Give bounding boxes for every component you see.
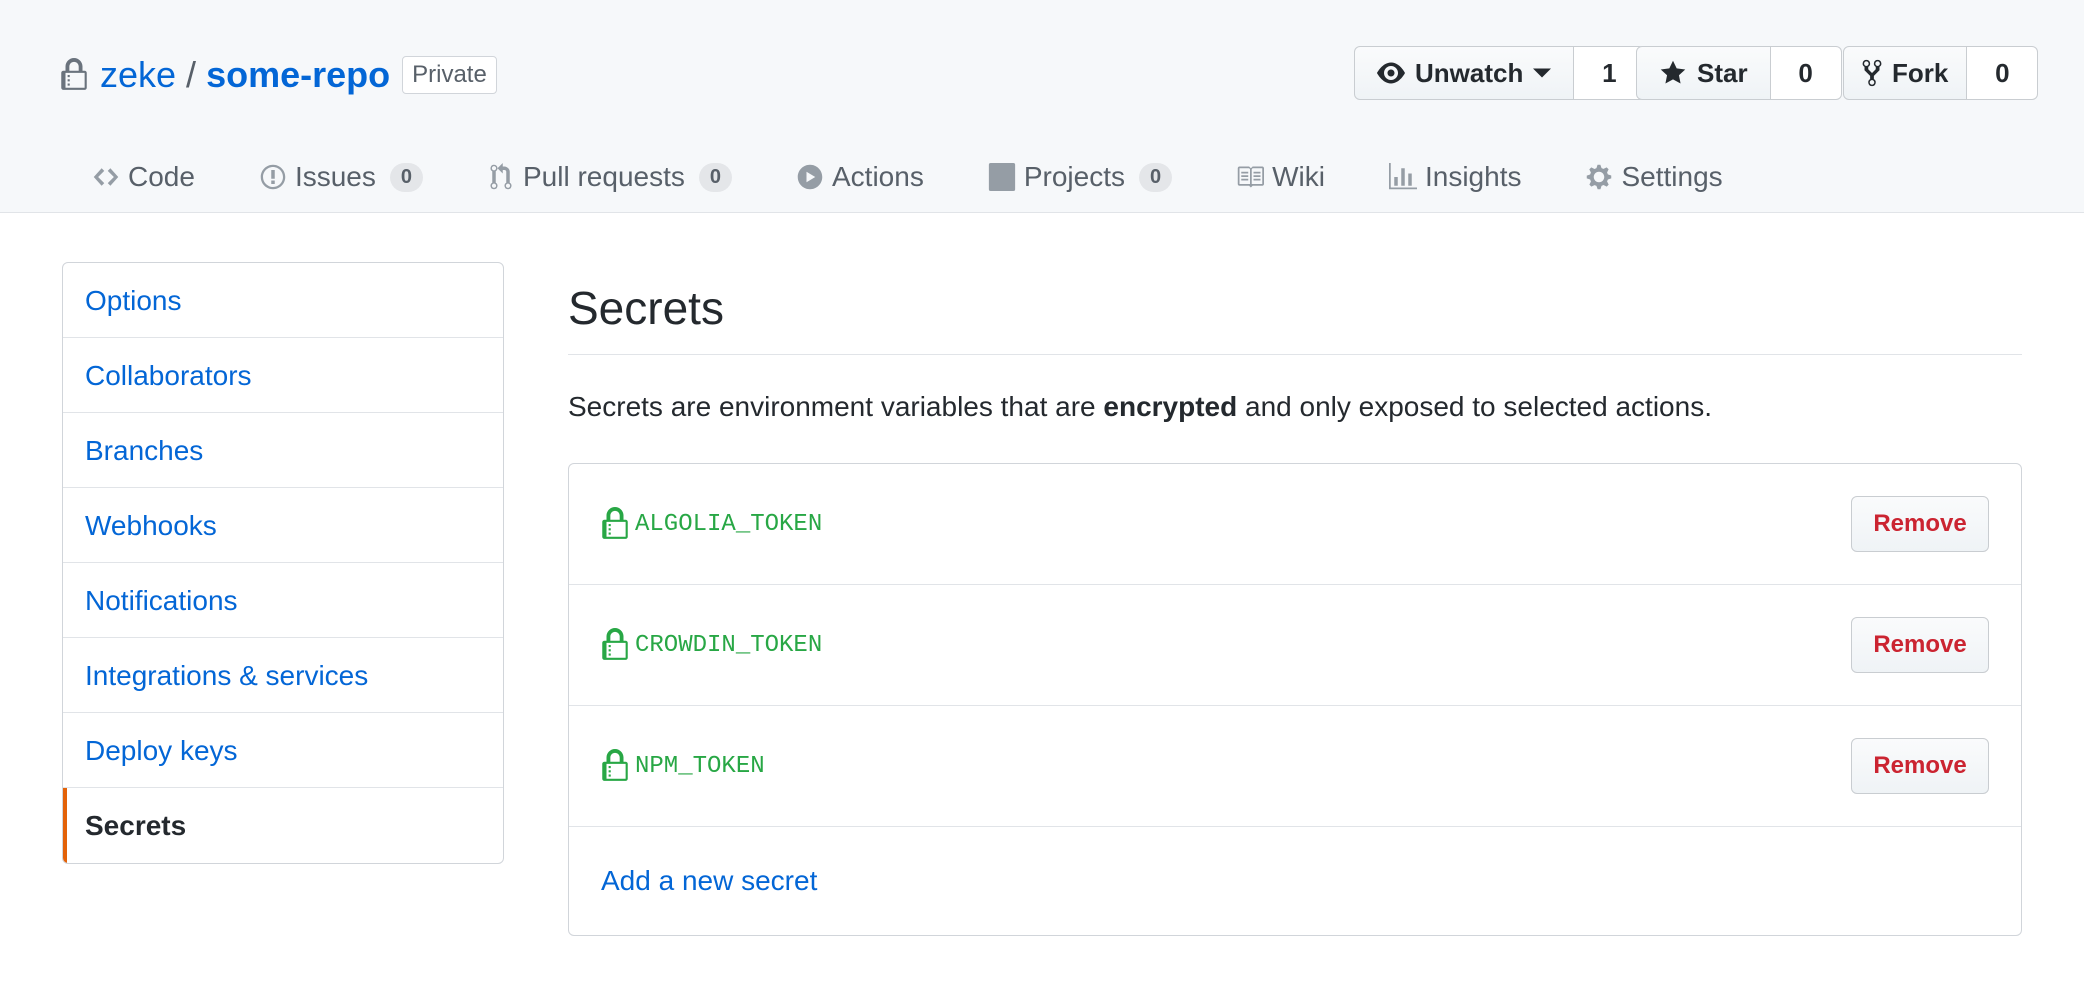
sidebar-item-options[interactable]: Options xyxy=(63,263,503,338)
issue-icon xyxy=(260,164,286,190)
tab-code[interactable]: Code xyxy=(92,161,195,193)
repo-nav-tabs: Code Issues 0 Pull requests 0 Actions Pr… xyxy=(92,152,1787,202)
title-divider xyxy=(568,354,2022,355)
tab-label: Projects xyxy=(1023,161,1125,192)
secret-name: CROWDIN_TOKEN xyxy=(601,628,822,662)
secret-row: NPM_TOKEN Remove xyxy=(569,706,2021,827)
fork-button[interactable]: Fork xyxy=(1843,46,1968,100)
project-icon xyxy=(988,163,1015,191)
stargazers-count[interactable]: 0 xyxy=(1770,46,1842,100)
secret-name-text: CROWDIN_TOKEN xyxy=(635,631,823,659)
lock-icon xyxy=(61,58,87,90)
private-badge: Private xyxy=(402,56,497,94)
star-icon xyxy=(1660,60,1686,84)
sidebar-item-secrets[interactable]: Secrets xyxy=(63,788,503,863)
remove-secret-button[interactable]: Remove xyxy=(1851,738,1989,794)
play-icon xyxy=(797,164,823,190)
add-secret-link[interactable]: Add a new secret xyxy=(601,865,817,897)
unwatch-label: Unwatch xyxy=(1415,57,1524,88)
tab-wiki[interactable]: Wiki xyxy=(1236,161,1325,193)
tab-label: Issues xyxy=(294,161,376,192)
tab-label: Pull requests xyxy=(523,161,685,192)
graph-icon xyxy=(1388,163,1417,190)
repo-owner-link[interactable]: zeke xyxy=(100,54,176,96)
page-title: Secrets xyxy=(568,282,724,334)
repo-header: zeke / some-repo Private Unwatch 1 Star … xyxy=(0,0,2084,213)
tab-label: Settings xyxy=(1621,161,1723,192)
remove-secret-button[interactable]: Remove xyxy=(1851,496,1989,552)
repo-forked-icon xyxy=(1862,59,1882,87)
tab-label: Wiki xyxy=(1272,161,1325,192)
sidebar-item-collaborators[interactable]: Collaborators xyxy=(63,338,503,413)
repo-title: zeke / some-repo Private xyxy=(60,50,497,100)
secret-name: ALGOLIA_TOKEN xyxy=(601,507,822,541)
pull-requests-counter: 0 xyxy=(698,162,732,192)
tab-label: Insights xyxy=(1424,161,1522,192)
sidebar-item-notifications[interactable]: Notifications xyxy=(63,563,503,638)
tab-settings[interactable]: Settings xyxy=(1585,161,1723,193)
star-group: Star 0 xyxy=(1636,46,1842,100)
secret-row: CROWDIN_TOKEN Remove xyxy=(569,585,2021,706)
fork-group: Fork 0 xyxy=(1843,46,2039,100)
fork-label: Fork xyxy=(1892,57,1949,88)
book-icon xyxy=(1237,166,1265,188)
secret-name-text: ALGOLIA_TOKEN xyxy=(635,510,823,538)
issues-counter: 0 xyxy=(389,162,423,192)
sidebar-item-deploy-keys[interactable]: Deploy keys xyxy=(63,713,503,788)
add-secret-row: Add a new secret xyxy=(569,827,2021,935)
sidebar-item-branches[interactable]: Branches xyxy=(63,413,503,488)
path-separator: / xyxy=(186,54,197,95)
secrets-list: ALGOLIA_TOKEN Remove CROWDIN_TOKEN Remov… xyxy=(568,463,2022,936)
tab-insights[interactable]: Insights xyxy=(1388,161,1522,193)
tab-issues[interactable]: Issues 0 xyxy=(259,161,423,193)
code-icon xyxy=(93,168,119,186)
star-label: Star xyxy=(1697,57,1748,88)
description-text: Secrets are environment variables that a… xyxy=(568,391,1104,422)
remove-secret-button[interactable]: Remove xyxy=(1851,617,1989,673)
lock-icon xyxy=(602,507,628,539)
secret-row: ALGOLIA_TOKEN Remove xyxy=(569,464,2021,585)
repo-name-link[interactable]: some-repo xyxy=(206,54,390,96)
tab-pull-requests[interactable]: Pull requests 0 xyxy=(487,161,732,193)
secrets-description: Secrets are environment variables that a… xyxy=(568,391,2022,423)
forks-count[interactable]: 0 xyxy=(1967,46,2039,100)
tab-actions[interactable]: Actions xyxy=(796,161,924,193)
secret-name-text: NPM_TOKEN xyxy=(635,752,765,780)
lock-icon xyxy=(602,628,628,660)
triangle-down-icon xyxy=(1533,68,1552,78)
sidebar-item-integrations[interactable]: Integrations & services xyxy=(63,638,503,713)
settings-sidebar: Options Collaborators Branches Webhooks … xyxy=(62,262,504,864)
sidebar-item-webhooks[interactable]: Webhooks xyxy=(63,488,503,563)
description-text-end: and only exposed to selected actions. xyxy=(1237,391,1712,422)
secret-name: NPM_TOKEN xyxy=(601,749,765,783)
watch-group: Unwatch 1 xyxy=(1354,46,1646,100)
pull-request-icon xyxy=(490,163,512,190)
tab-label: Actions xyxy=(832,161,924,192)
gear-icon xyxy=(1587,164,1612,190)
eye-icon xyxy=(1377,62,1405,84)
tab-label: Code xyxy=(128,161,195,192)
star-button[interactable]: Star xyxy=(1636,46,1771,100)
description-emphasis: encrypted xyxy=(1103,391,1238,422)
lock-icon xyxy=(602,749,628,781)
projects-counter: 0 xyxy=(1138,162,1173,192)
unwatch-button[interactable]: Unwatch xyxy=(1354,46,1575,100)
tab-projects[interactable]: Projects 0 xyxy=(988,161,1173,193)
watchers-count[interactable]: 1 xyxy=(1574,46,1646,100)
secrets-panel: Secrets Secrets are environment variable… xyxy=(568,262,2022,936)
